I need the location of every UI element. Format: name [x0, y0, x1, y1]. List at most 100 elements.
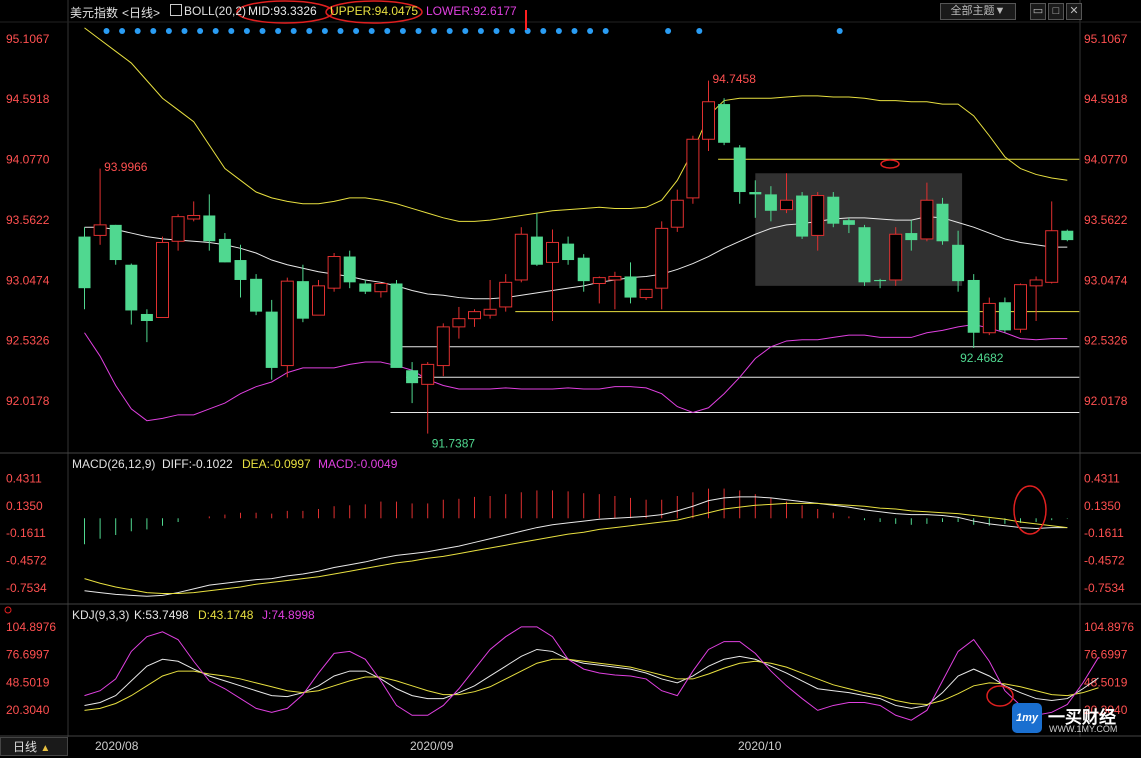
chart-root: 95.1067 95.1067 94.5918 94.5918 94.0770 94.07… [0, 0, 1141, 757]
candle-body [842, 220, 855, 225]
candle-body [702, 101, 715, 140]
y-tick-label: 0.1350 [6, 499, 43, 513]
period-button-label: 日线 [13, 740, 38, 754]
close-icon[interactable]: ✕ [1066, 3, 1082, 20]
y-tick-label: 48.5019 [1084, 675, 1128, 689]
y-tick-label: 0.4311 [6, 471, 42, 485]
candle-body [374, 282, 388, 293]
signal-dot [119, 28, 126, 34]
window-restore-icon[interactable]: ▭ [1030, 3, 1046, 20]
top-bar: 美元指数 <日线> BOLL(20,2) MID:93.3326 UPPER:9… [0, 0, 1141, 22]
candle-body [639, 288, 653, 299]
candle-body [234, 260, 247, 280]
boll-label: BOLL(20,2) [184, 4, 247, 18]
y-tick-label: 0.4311 [1084, 471, 1120, 485]
candle-body [998, 302, 1011, 331]
boll-upper: UPPER:94.0475 [330, 4, 419, 18]
price-annotation: 93.9966 [104, 160, 148, 174]
macd-dea: DEA:-0.0997 [242, 457, 311, 471]
candle-body [608, 275, 622, 281]
candle-body [780, 199, 793, 211]
candle-body [250, 278, 263, 312]
macd-value: MACD:-0.0049 [318, 457, 398, 471]
candle-body [203, 215, 216, 242]
y-tick-label: 92.0178 [6, 394, 50, 408]
candle-body [406, 370, 419, 384]
candle-body [187, 214, 201, 220]
signal-dot [509, 28, 516, 34]
y-tick-label: 48.5019 [6, 675, 50, 689]
price-annotation: 92.4682 [960, 351, 1004, 365]
candle-body [468, 311, 481, 320]
boll-lower: LOWER:92.6177 [426, 4, 517, 18]
y-tick-label: -0.4572 [6, 554, 47, 568]
candle-body [1045, 230, 1059, 283]
candle-body [312, 285, 325, 316]
y-tick-label: 0.1350 [1084, 499, 1121, 513]
candle-body [514, 233, 528, 281]
signal-dot [415, 28, 422, 34]
y-tick-label: 94.5918 [1084, 92, 1128, 106]
window-maximize-icon[interactable]: □ [1048, 3, 1064, 20]
date-label: 2020/09 [410, 739, 454, 753]
chart-icon[interactable] [170, 4, 182, 16]
chevron-up-icon: ▲ [40, 743, 51, 754]
candle-body [1061, 230, 1074, 241]
y-tick-label: 76.6997 [1084, 648, 1128, 662]
signal-dot [275, 28, 282, 34]
candle-body [140, 313, 153, 322]
candle-body [686, 138, 700, 199]
candle-body [796, 195, 809, 237]
signal-dot [477, 28, 484, 34]
candle-body [670, 199, 684, 228]
candle-body [592, 277, 606, 284]
y-tick-label: 92.5326 [6, 334, 50, 348]
signal-dot [399, 28, 406, 34]
candle-body [936, 203, 949, 242]
y-tick-label: 95.1067 [1084, 32, 1128, 46]
kdj-d: D:43.1748 [198, 608, 254, 622]
y-tick-label: 93.0474 [1084, 273, 1128, 287]
y-tick-label: 20.3040 [6, 703, 50, 717]
theme-dropdown[interactable]: 全部主题▼ [940, 3, 1016, 20]
y-tick-label: 92.5326 [1084, 334, 1128, 348]
signal-dot [150, 28, 157, 34]
candle-body [359, 283, 372, 292]
candle-body [93, 224, 107, 236]
chart-canvas[interactable]: 95.1067 95.1067 94.5918 94.5918 94.0770 94.07… [0, 0, 1141, 757]
candle-body [1029, 279, 1043, 287]
signal-dot [384, 28, 391, 34]
y-tick-label: 104.8976 [1084, 620, 1134, 634]
y-tick-label: 94.0770 [6, 153, 50, 167]
candle-body [920, 199, 934, 240]
signal-dot [696, 28, 703, 34]
candle-body [811, 195, 825, 236]
signal-dot [134, 28, 141, 34]
candle-body [982, 302, 996, 334]
instrument-name: 美元指数 [70, 6, 119, 20]
signal-dot [181, 28, 188, 34]
candle-body [436, 326, 450, 367]
y-tick-label: 94.5918 [6, 92, 50, 106]
kdj-k-line [84, 648, 1099, 709]
y-tick-label: 92.0178 [1084, 394, 1128, 408]
signal-dot [446, 28, 453, 34]
y-tick-label: 95.1067 [6, 32, 50, 46]
candle-body [280, 280, 294, 367]
candle-body [265, 311, 278, 368]
period-button[interactable]: 日线 ▲ [0, 737, 68, 756]
signal-dot [431, 28, 438, 34]
candle-body [905, 233, 918, 241]
signal-dot [602, 28, 609, 34]
signal-dot [493, 28, 500, 34]
candle-body [655, 227, 669, 289]
macd-dea-line [84, 502, 1068, 594]
boll-lower-line [84, 324, 1068, 422]
candle-body [390, 283, 403, 368]
date-label: 2020/10 [738, 739, 782, 753]
signal-dot [540, 28, 547, 34]
signal-dot [571, 28, 578, 34]
candle-body [562, 243, 575, 261]
settings-icon [4, 606, 12, 614]
kdj-j-line [84, 626, 1099, 721]
